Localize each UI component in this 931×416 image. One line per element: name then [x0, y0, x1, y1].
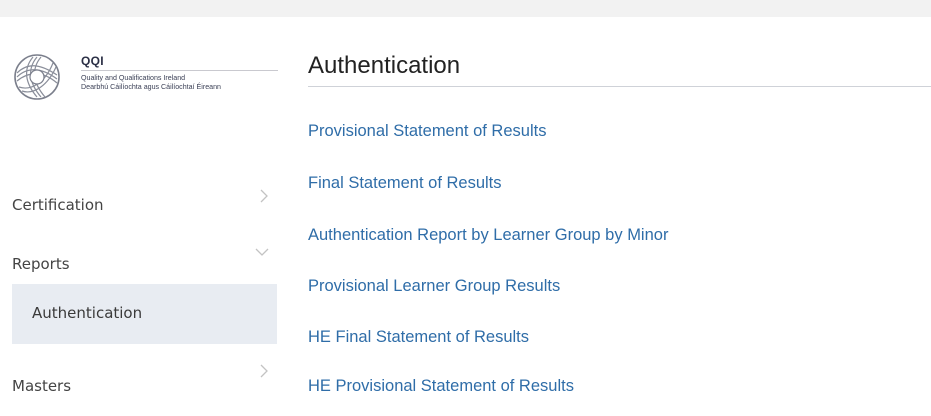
chevron-right-icon	[260, 364, 268, 378]
sidebar-item-masters[interactable]: Masters	[0, 356, 277, 416]
sidebar-item-certification[interactable]: Certification	[0, 175, 277, 235]
chevron-down-icon	[255, 248, 269, 256]
logo-title: QQI	[81, 54, 104, 68]
sidebar-item-label: Authentication	[32, 304, 143, 322]
link-provisional-learner-group-results[interactable]: Provisional Learner Group Results	[308, 277, 560, 296]
page-title: Authentication	[308, 52, 461, 79]
link-he-provisional-statement-of-results[interactable]: HE Provisional Statement of Results	[308, 377, 574, 396]
title-divider	[308, 86, 931, 87]
logo-divider	[81, 70, 278, 71]
sidebar-item-authentication[interactable]: Authentication	[12, 284, 277, 344]
qqi-knot-icon	[14, 54, 60, 100]
link-final-statement-of-results[interactable]: Final Statement of Results	[308, 174, 502, 193]
sidebar-item-label: Masters	[12, 377, 72, 395]
chevron-right-icon	[260, 189, 268, 203]
logo-subtitle-irish: Dearbhú Cáilíochta agus Cáilíochtaí Éire…	[81, 83, 221, 91]
link-provisional-statement-of-results[interactable]: Provisional Statement of Results	[308, 122, 546, 141]
qqi-logo[interactable]: QQI Quality and Qualifications Ireland D…	[13, 53, 278, 101]
sidebar-item-label: Reports	[12, 255, 70, 273]
top-bar	[0, 0, 931, 17]
link-he-final-statement-of-results[interactable]: HE Final Statement of Results	[308, 328, 529, 347]
sidebar-item-label: Certification	[12, 196, 104, 214]
logo-subtitle-english: Quality and Qualifications Ireland	[81, 74, 186, 82]
link-authentication-report-by-learner-group-by-minor[interactable]: Authentication Report by Learner Group b…	[308, 226, 668, 245]
